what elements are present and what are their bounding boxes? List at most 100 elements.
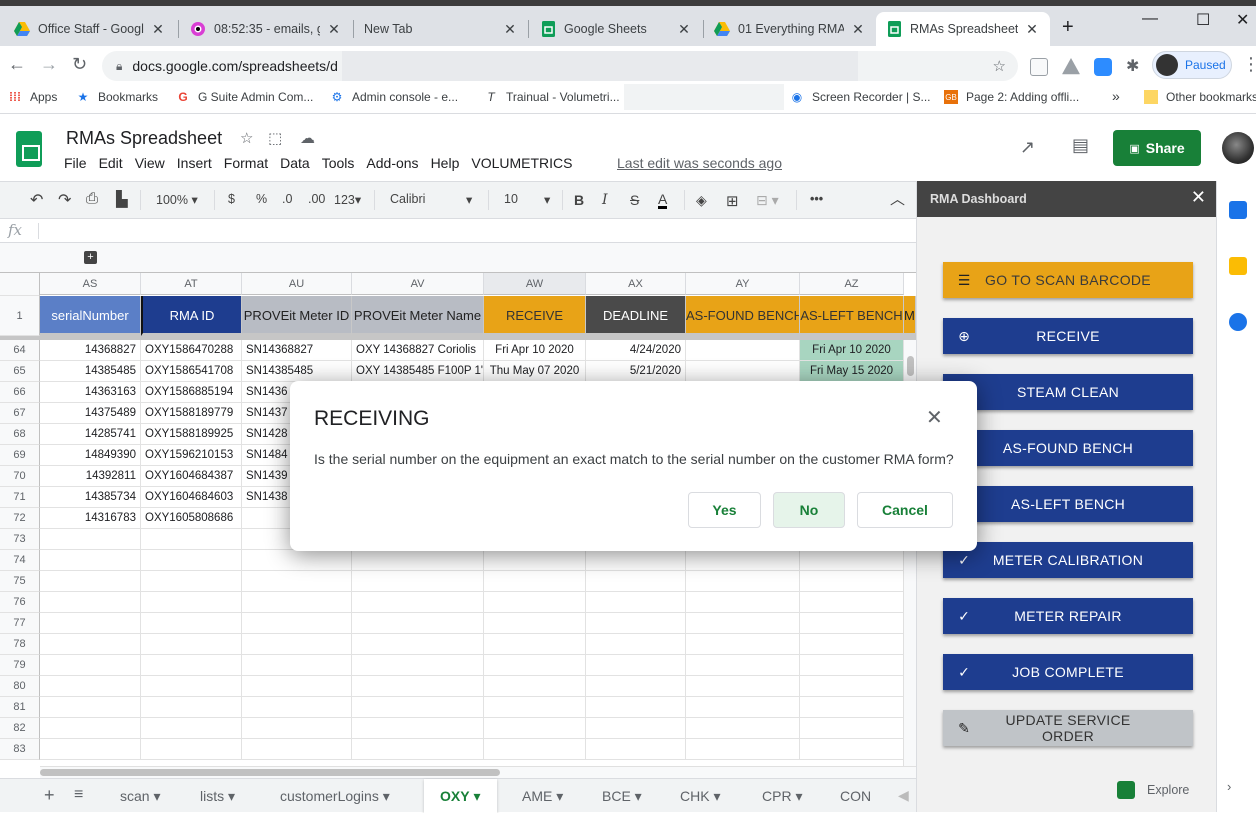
table-cell[interactable]: OXY1604684603 [141, 487, 242, 508]
row-header[interactable]: 75 [0, 571, 40, 592]
table-cell[interactable]: 14368827 [40, 340, 141, 361]
table-cell[interactable] [40, 676, 141, 697]
column-header-at[interactable]: AT [141, 273, 242, 295]
explore-button[interactable]: Explore [1117, 781, 1189, 799]
browser-tab-google-sheets[interactable]: Google Sheets ✕ [530, 12, 702, 46]
table-cell[interactable] [586, 613, 686, 634]
table-cell[interactable]: OXY1586541708 [141, 361, 242, 382]
sheet-tab-lists[interactable]: lists ▾ [184, 779, 251, 813]
table-cell[interactable] [352, 571, 484, 592]
job-complete-button[interactable]: ✓ JOB COMPLETE [943, 654, 1193, 690]
browser-tab-everything-rma[interactable]: 01 Everything RMA - ✕ [704, 12, 876, 46]
sheet-tab-con[interactable]: CON [824, 779, 887, 813]
table-cell[interactable] [40, 655, 141, 676]
table-cell[interactable]: OXY1604684387 [141, 466, 242, 487]
table-cell[interactable] [586, 550, 686, 571]
header-cell[interactable]: DEADLINE [586, 296, 686, 336]
row-header[interactable]: 74 [0, 550, 40, 571]
menu-edit[interactable]: Edit [99, 155, 123, 171]
table-cell[interactable] [586, 655, 686, 676]
table-cell[interactable] [484, 676, 586, 697]
font-size-arrow-icon[interactable]: ▾ [544, 192, 550, 207]
zoom-extension-icon[interactable] [1094, 58, 1112, 76]
as-found-bench-button[interactable]: AS-FOUND BENCH [943, 430, 1193, 466]
menu-tools[interactable]: Tools [322, 155, 355, 171]
header-cell[interactable]: RMA ID [141, 296, 242, 336]
menu-insert[interactable]: Insert [177, 155, 212, 171]
menu-addons[interactable]: Add-ons [366, 155, 418, 171]
table-cell[interactable] [586, 697, 686, 718]
zoom-select[interactable]: 100% ▾ [156, 192, 198, 207]
menu-view[interactable]: View [135, 155, 165, 171]
bookmarks-overflow[interactable]: » [1112, 88, 1120, 104]
keep-icon[interactable] [1229, 257, 1247, 275]
yes-button[interactable]: Yes [688, 492, 761, 528]
header-cell[interactable]: serialNumber [40, 296, 141, 336]
close-icon[interactable]: ✕ [926, 405, 943, 430]
scan-barcode-button[interactable]: ☰ GO TO SCAN BARCODE [943, 262, 1193, 298]
row-header[interactable]: 73 [0, 529, 40, 550]
table-cell[interactable] [40, 613, 141, 634]
table-cell[interactable]: OXY1605808686 [141, 508, 242, 529]
table-cell[interactable] [40, 529, 141, 550]
receive-button[interactable]: ⊕ RECEIVE [943, 318, 1193, 354]
bookmark-other[interactable]: Other bookmarks [1144, 90, 1256, 104]
row-header[interactable]: 79 [0, 655, 40, 676]
table-cell[interactable] [40, 697, 141, 718]
table-cell[interactable] [484, 634, 586, 655]
table-cell[interactable]: SN14368827 [242, 340, 352, 361]
table-cell[interactable] [800, 697, 904, 718]
menu-format[interactable]: Format [224, 155, 268, 171]
table-cell[interactable]: Fri Apr 10 2020 [800, 340, 904, 361]
header-cell[interactable]: RECEIVE [484, 296, 586, 336]
row-header[interactable]: 69 [0, 445, 40, 466]
table-cell[interactable] [686, 592, 800, 613]
browser-tab-rmas-spreadsheet[interactable]: RMAs Spreadsheet - ✕ [876, 12, 1050, 46]
table-cell[interactable]: OXY 14368827 Coriolis [352, 340, 484, 361]
column-header-ay[interactable]: AY [686, 273, 800, 295]
last-edit-link[interactable]: Last edit was seconds ago [617, 155, 782, 171]
table-cell[interactable]: 14849390 [40, 445, 141, 466]
more-formats-select[interactable]: 123▾ [334, 192, 361, 207]
table-cell[interactable] [586, 739, 686, 760]
forward-arrow-icon[interactable]: → [40, 54, 58, 75]
scroll-left-icon[interactable]: ◀ [898, 787, 909, 804]
table-cell[interactable] [586, 592, 686, 613]
sheet-tab-chk[interactable]: CHK ▾ [664, 779, 736, 813]
row-header[interactable]: 77 [0, 613, 40, 634]
close-icon[interactable]: ✕ [850, 21, 866, 38]
maximize-button[interactable]: ☐ [1196, 10, 1210, 30]
redo-icon[interactable]: ↷ [58, 190, 71, 210]
sheets-logo-icon[interactable] [16, 131, 42, 167]
table-cell[interactable] [352, 550, 484, 571]
column-header-as[interactable]: AS [40, 273, 141, 295]
cancel-button[interactable]: Cancel [857, 492, 953, 528]
comment-icon[interactable]: ▤ [1072, 135, 1089, 156]
table-cell[interactable] [352, 592, 484, 613]
currency-button[interactable]: $ [228, 192, 235, 206]
table-cell[interactable] [242, 592, 352, 613]
table-cell[interactable] [40, 571, 141, 592]
row-header[interactable]: 65 [0, 361, 40, 382]
italic-button[interactable]: I [602, 192, 608, 208]
update-service-order-button[interactable]: ✎ UPDATE SERVICE ORDER [943, 710, 1193, 746]
table-cell[interactable] [686, 613, 800, 634]
steam-clean-button[interactable]: STEAM CLEAN [943, 374, 1193, 410]
table-cell[interactable] [242, 697, 352, 718]
row-header[interactable]: 78 [0, 634, 40, 655]
document-title[interactable]: RMAs Spreadsheet [66, 128, 222, 149]
menu-data[interactable]: Data [280, 155, 310, 171]
strikethrough-button[interactable]: S [630, 192, 639, 208]
table-cell[interactable] [800, 676, 904, 697]
sheet-tab-ame[interactable]: AME ▾ [506, 779, 579, 813]
table-cell[interactable] [686, 550, 800, 571]
drive-extension-icon[interactable] [1062, 58, 1080, 75]
share-button[interactable]: ▣ Share [1113, 130, 1201, 166]
table-cell[interactable]: 5/21/2020 [586, 361, 686, 382]
table-cell[interactable] [484, 613, 586, 634]
table-cell[interactable] [484, 592, 586, 613]
table-cell[interactable]: Fri May 15 2020 [800, 361, 904, 382]
table-cell[interactable] [800, 634, 904, 655]
row-header[interactable]: 71 [0, 487, 40, 508]
reload-icon[interactable]: ↻ [72, 54, 87, 75]
